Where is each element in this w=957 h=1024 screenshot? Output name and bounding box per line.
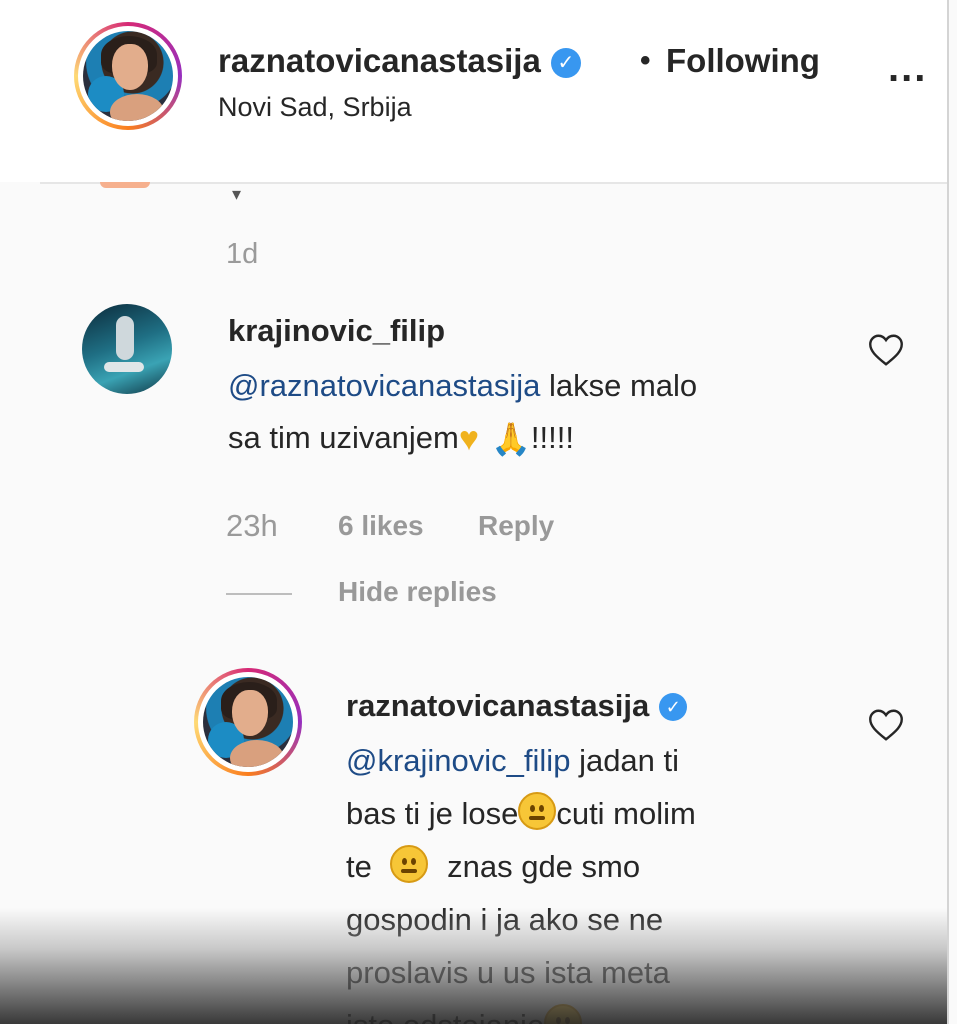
reply-line5: proslavis u us ista meta	[346, 955, 670, 990]
reply-line3a: te	[346, 849, 372, 884]
post-location[interactable]: Novi Sad, Srbija	[218, 92, 412, 123]
reply-like-heart-icon[interactable]	[868, 708, 904, 742]
zipper-mouth-face-emoji-icon	[390, 845, 429, 883]
comment-likes-count[interactable]: 6 likes	[338, 510, 424, 542]
previous-avatar-edge	[100, 182, 150, 188]
verified-badge-icon: ✓	[550, 48, 581, 78]
reply-line6: isto odstojanje	[346, 1008, 544, 1024]
hide-replies-line	[226, 593, 292, 595]
reply-text: @krajinovic_filip jadan ti bas ti je los…	[346, 734, 846, 1024]
reply-avatar[interactable]	[194, 668, 302, 776]
reply-mention[interactable]: @krajinovic_filip	[346, 743, 570, 778]
reply-line4: gospodin i ja ako se ne	[346, 902, 664, 937]
pleading-face-emoji-icon	[518, 792, 557, 830]
comment-text-line2: sa tim uzivanjem	[228, 420, 459, 455]
reply-username-text[interactable]: raznatovicanastasija	[346, 688, 649, 723]
praying-hands-emoji-icon: 🙏	[491, 421, 531, 457]
more-options-icon[interactable]: ...	[888, 48, 927, 88]
comment-mention[interactable]: @raznatovicanastasija	[228, 368, 540, 403]
reply-line1: jadan ti	[579, 743, 680, 778]
comment-time: 23h	[226, 508, 278, 543]
reply-username[interactable]: raznatovicanastasija ✓	[346, 688, 688, 724]
comment-text: @raznatovicanastasija lakse malo sa tim …	[228, 360, 868, 465]
following-button[interactable]: Following	[666, 42, 820, 80]
header-username-text[interactable]: raznatovicanastasija	[218, 42, 541, 79]
comment-text-line1: lakse malo	[548, 368, 698, 403]
reply-line2b: cuti molim	[556, 796, 696, 831]
post-header: raznatovicanastasija ✓ • Following ... No…	[0, 0, 949, 182]
previous-comment-timestamp: 1d	[226, 238, 259, 270]
reply-line3b: znas gde smo	[447, 849, 641, 884]
comment-like-heart-icon[interactable]	[868, 333, 904, 367]
comment-text-trail: !!!!!	[530, 420, 574, 455]
owner-avatar[interactable]	[74, 22, 182, 130]
header-divider	[40, 182, 949, 184]
hide-replies-button[interactable]: Hide replies	[338, 576, 497, 608]
comment-username[interactable]: krajinovic_filip	[228, 313, 445, 349]
face-emoji-icon	[544, 1004, 583, 1024]
header-separator: •	[640, 44, 651, 77]
reply-button[interactable]: Reply	[478, 510, 554, 542]
window-edge	[947, 0, 949, 1024]
yellow-heart-emoji-icon: ♥	[458, 420, 480, 458]
reply-line2a: bas ti je lose	[346, 796, 519, 831]
reply-verified-badge-icon: ✓	[659, 693, 688, 721]
commenter-avatar[interactable]	[82, 304, 172, 394]
previous-comment-fragment: ▾	[232, 184, 242, 204]
instagram-comments-screen: raznatovicanastasija ✓ • Following ... No…	[0, 0, 957, 1024]
header-username[interactable]: raznatovicanastasija ✓	[218, 42, 581, 80]
